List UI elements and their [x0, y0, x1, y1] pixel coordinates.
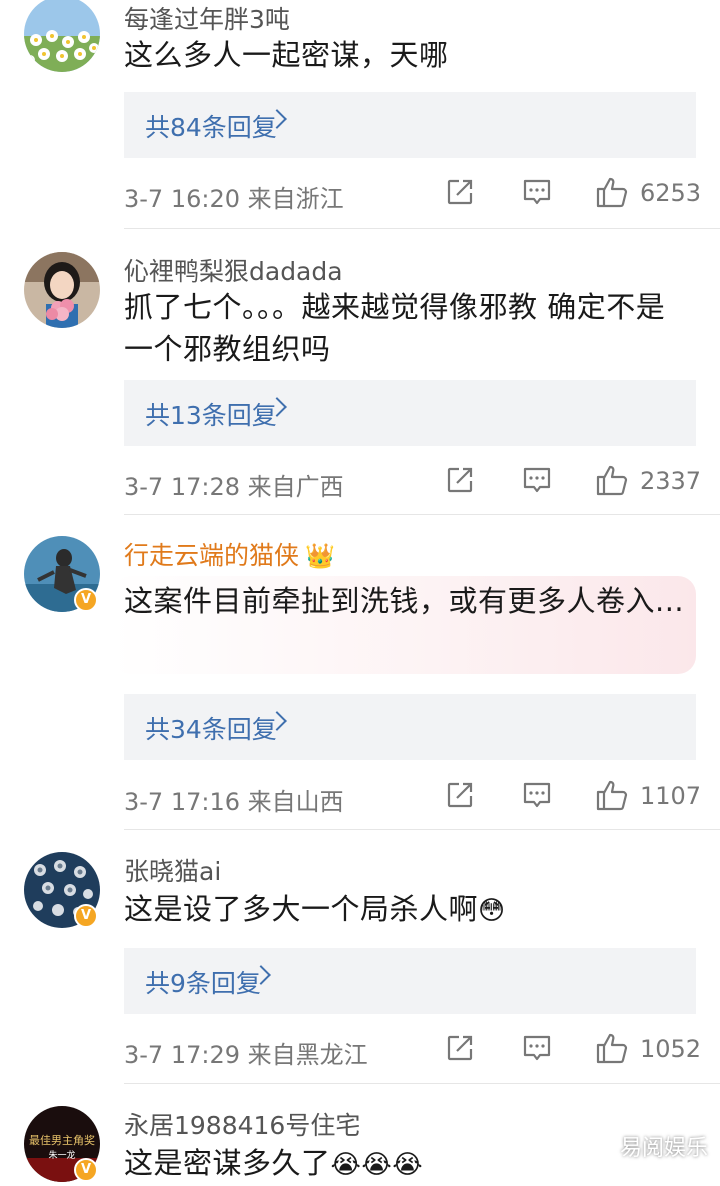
- comment-icon[interactable]: [521, 1033, 553, 1063]
- crown-icon: 👑: [305, 542, 335, 570]
- replies-button[interactable]: 共84条回复: [124, 92, 696, 158]
- flushed-face-emoji-icon: 😳: [478, 896, 506, 926]
- like-count: 2337: [640, 467, 702, 495]
- username[interactable]: 伈裡鸭梨狠dadada: [124, 252, 343, 288]
- comment-text: 这是设了多大一个局杀人啊😳: [124, 888, 692, 932]
- share-icon[interactable]: [445, 177, 475, 207]
- divider: [124, 228, 720, 229]
- share-icon[interactable]: [445, 1033, 475, 1063]
- username-label: 行走云端的猫侠: [124, 541, 300, 570]
- divider: [124, 1083, 720, 1084]
- replies-button[interactable]: 共34条回复: [124, 694, 696, 760]
- avatar-name-text: 朱一龙: [48, 1149, 75, 1161]
- divider: [124, 829, 720, 830]
- comment-item: 每逢过年胖3吨 这么多人一起密谋，天哪 共84条回复 3-7 16:20 来自浙…: [0, 0, 720, 230]
- avatar[interactable]: [24, 0, 100, 72]
- avatar-award-text: 最佳男主角奖: [29, 1133, 95, 1147]
- replies-label: 共13条回复: [145, 401, 277, 430]
- comment-text: 抓了七个。。。越来越觉得像邪教 确定不是一个邪教组织吗: [124, 290, 666, 366]
- divider: [124, 514, 720, 515]
- replies-button[interactable]: 共9条回复: [124, 948, 696, 1014]
- thumbs-up-icon[interactable]: [594, 777, 630, 813]
- like-count: 1052: [640, 1035, 702, 1063]
- share-icon[interactable]: [445, 780, 475, 810]
- comment-text-body: 这是设了多大一个局杀人啊: [124, 892, 479, 926]
- comment-item: 伈裡鸭梨狠dadada 抓了七个。。。越来越觉得像邪教 确定不是一个邪教组织吗 …: [0, 248, 720, 515]
- comment-item: 最佳男主角奖 朱一龙 V 永居1988416号住宅 这是密谋多久了😭😭😭: [0, 1102, 720, 1182]
- comment-icon[interactable]: [521, 177, 553, 207]
- comment-meta: 3-7 17:16 来自山西: [124, 788, 344, 816]
- verified-badge-icon: V: [74, 904, 98, 928]
- username[interactable]: 永居1988416号住宅: [124, 1106, 360, 1142]
- replies-label: 共84条回复: [145, 113, 277, 142]
- verified-badge-icon: V: [74, 1158, 98, 1182]
- share-icon[interactable]: [445, 465, 475, 495]
- thumbs-up-icon[interactable]: [594, 1030, 630, 1066]
- username[interactable]: 张晓猫ai: [124, 852, 221, 888]
- comment-icon[interactable]: [521, 465, 553, 495]
- comment-meta: 3-7 17:28 来自广西: [124, 473, 344, 501]
- like-count: 1107: [640, 782, 702, 810]
- comment-text: 这案件目前牵扯到洗钱，或有更多人卷入...: [124, 584, 685, 618]
- comment-meta: 3-7 16:20 来自浙江: [124, 185, 344, 213]
- watermark: 易阅娱乐: [619, 1136, 708, 1161]
- like-count: 6253: [640, 179, 702, 207]
- comment-text-body: 这是密谋多久了: [124, 1146, 331, 1180]
- comment-item: V 行走云端的猫侠 👑 这案件目前牵扯到洗钱，或有更多人卷入... 共34条回复 …: [0, 532, 720, 830]
- verified-badge-icon: V: [74, 588, 98, 612]
- comment-item: V 张晓猫ai 这是设了多大一个局杀人啊😳 共9条回复 3-7 17:29 来自…: [0, 848, 720, 1084]
- thumbs-up-icon[interactable]: [594, 174, 630, 210]
- avatar[interactable]: [24, 252, 100, 328]
- username[interactable]: 行走云端的猫侠 👑: [124, 536, 335, 572]
- replies-label: 共9条回复: [145, 969, 261, 998]
- replies-button[interactable]: 共13条回复: [124, 380, 696, 446]
- username[interactable]: 每逢过年胖3吨: [124, 0, 290, 36]
- comment-text: 这是密谋多久了😭😭😭: [124, 1142, 692, 1186]
- thumbs-up-icon[interactable]: [594, 462, 630, 498]
- replies-label: 共34条回复: [145, 715, 277, 744]
- comment-text: 这么多人一起密谋，天哪: [124, 38, 449, 72]
- comment-meta: 3-7 17:29 来自黑龙江: [124, 1041, 368, 1069]
- comment-icon[interactable]: [521, 780, 553, 810]
- crying-face-emoji-icon: 😭😭😭: [330, 1150, 424, 1180]
